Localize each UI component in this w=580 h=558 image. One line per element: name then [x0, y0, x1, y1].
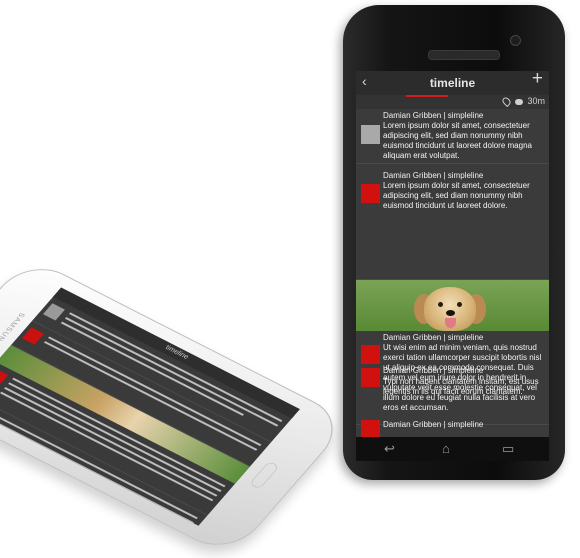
post-text: Typi non habent claritatem insitam; est …: [383, 377, 539, 396]
back-phone-avatar: [43, 303, 65, 321]
avatar[interactable]: [361, 184, 380, 203]
meta-info: 30m: [501, 95, 545, 108]
post-author[interactable]: Damian Gribben | simpleline: [383, 111, 483, 120]
post-text: Lorem ipsum dolor sit amet, consectetuer…: [383, 121, 532, 160]
post-text: Lorem ipsum dolor sit amet, consectetuer…: [383, 181, 530, 210]
timeline-post[interactable]: Damian Gribben | simpleline: [356, 415, 549, 439]
dog-eye: [457, 302, 462, 307]
back-phone-screen: timeline: [0, 287, 300, 526]
app-title: timeline: [429, 76, 476, 90]
nav-home-icon[interactable]: ⌂: [442, 441, 450, 456]
post-author[interactable]: Damian Gribben | simpleline: [383, 366, 483, 375]
earpiece-speaker: [428, 50, 500, 60]
dog-eye: [438, 302, 443, 307]
dog-nose: [446, 310, 455, 316]
add-icon[interactable]: +: [532, 71, 543, 88]
accent-underline: [406, 95, 448, 97]
post-author[interactable]: Damian Gribben | simpleline: [383, 420, 483, 429]
post-photo[interactable]: [356, 280, 549, 331]
system-nav-bar: ↩ ⌂ ▭: [356, 437, 549, 461]
back-phone-avatar: [22, 327, 44, 345]
timeline-post[interactable]: Damian Gribben | simpleline Lorem ipsum …: [356, 164, 549, 280]
front-camera-icon: [510, 35, 521, 46]
timeline-post[interactable]: Damian Gribben | simpleline Typi non hab…: [356, 358, 549, 414]
comment-bubble-icon: [514, 98, 523, 105]
back-phone-body: timeline SAMSUNG: [0, 256, 351, 558]
app-bar: ‹ timeline +: [356, 71, 549, 95]
post-author[interactable]: Damian Gribben | simpleline: [383, 333, 483, 342]
time-ago: 30m: [527, 96, 545, 106]
nav-recents-icon[interactable]: ▭: [502, 441, 514, 457]
avatar[interactable]: [361, 368, 380, 387]
nav-back-icon[interactable]: ↩: [384, 441, 395, 457]
avatar[interactable]: [361, 125, 380, 144]
location-pin-icon: [501, 95, 513, 108]
timeline-screen: ‹ timeline + 30m Damian Gribben | simple…: [356, 71, 549, 461]
sub-bar: 30m: [356, 95, 549, 109]
post-author[interactable]: Damian Gribben | simpleline: [383, 171, 483, 180]
back-phone-home-button: [248, 460, 280, 490]
timeline-post[interactable]: Damian Gribben | simpleline Lorem ipsum …: [356, 109, 549, 164]
